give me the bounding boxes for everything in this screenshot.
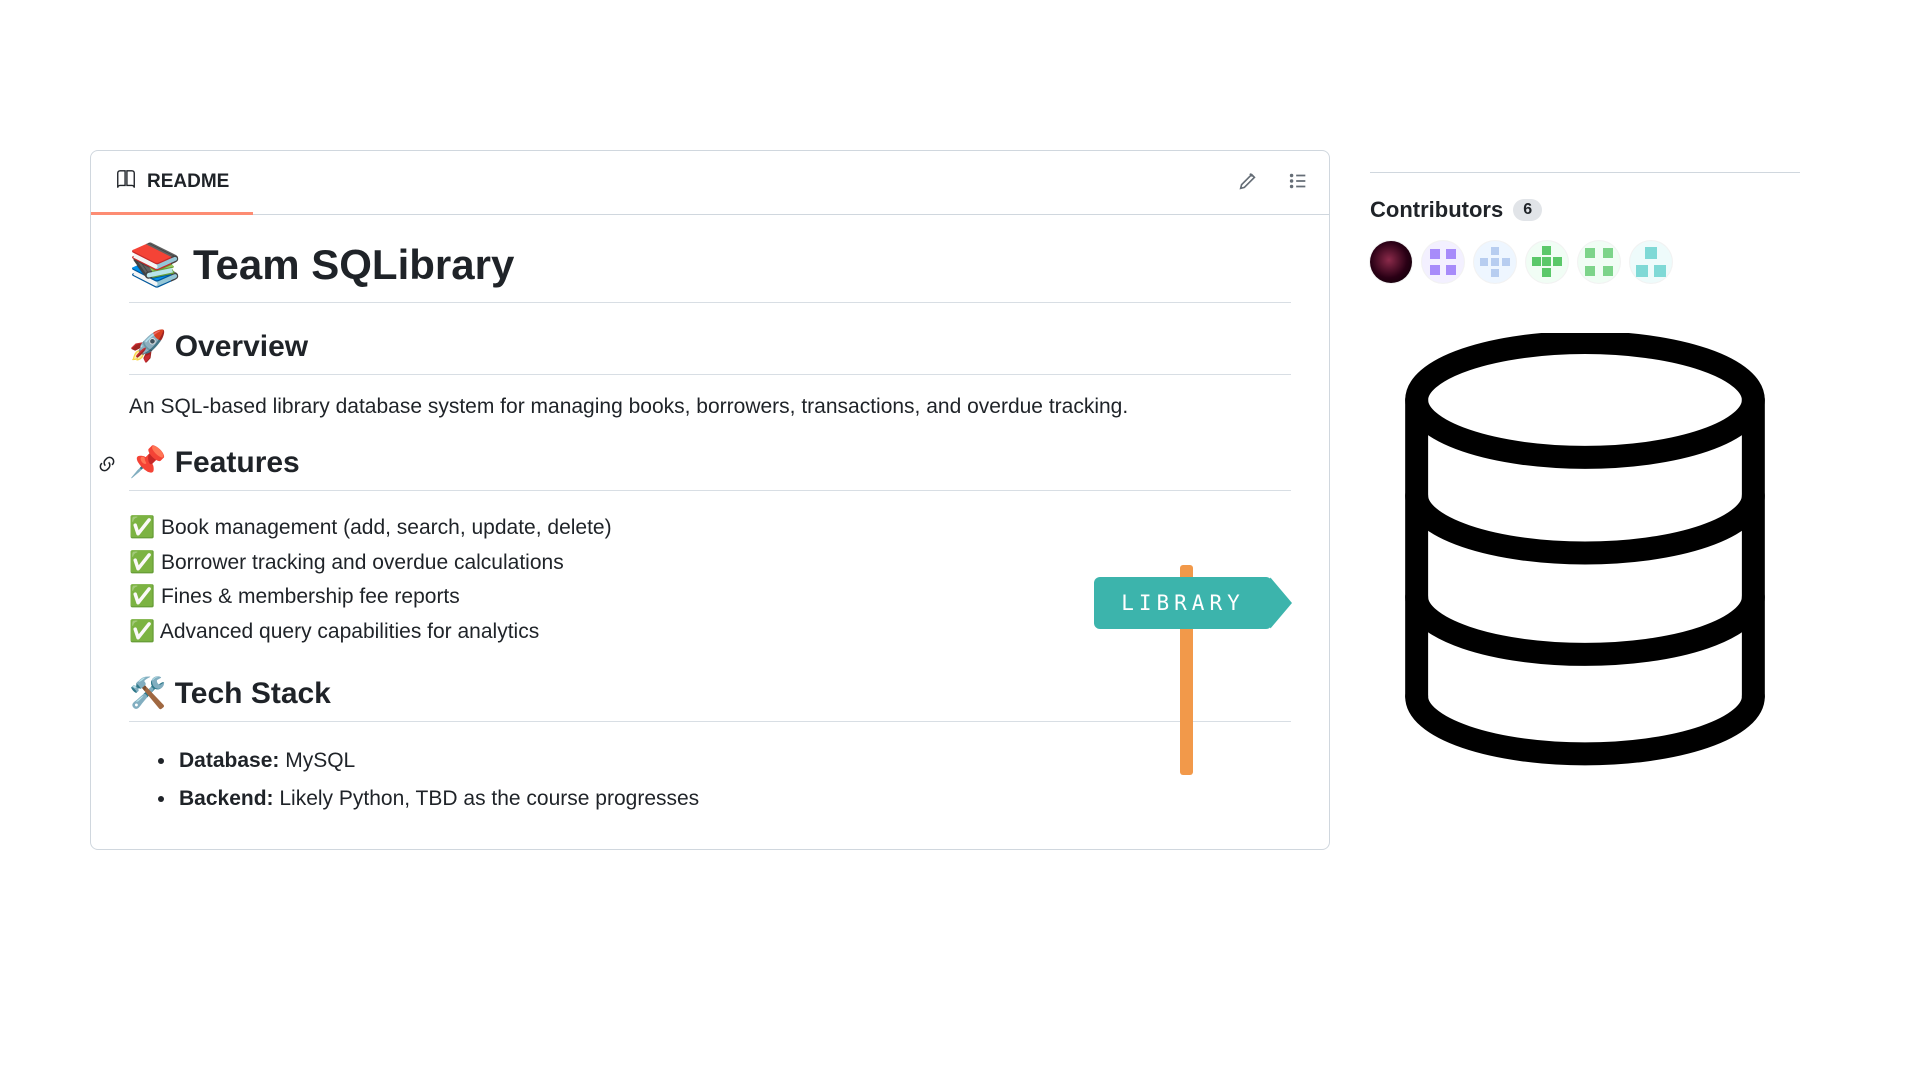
contributors-header[interactable]: Contributors 6 [1370, 197, 1800, 223]
database-icon [1390, 333, 1800, 778]
feature-item: ✅ Book management (add, search, update, … [129, 511, 1291, 546]
library-sign-illustration: LIBRARY [1094, 553, 1289, 773]
outline-button[interactable] [1287, 170, 1309, 195]
readme-tab-label: README [147, 171, 229, 193]
readme-header: README [91, 151, 1329, 215]
anchor-link-icon[interactable] [97, 454, 117, 474]
sidebar: Contributors 6 [1370, 150, 1800, 850]
contributors-label: Contributors [1370, 197, 1503, 223]
overview-heading: 🚀 Overview [129, 329, 1291, 375]
contributors-avatars [1370, 241, 1800, 283]
tech-item: Backend: Likely Python, TBD as the cours… [177, 780, 1291, 819]
list-icon [1287, 170, 1309, 195]
contributors-count-badge: 6 [1513, 199, 1542, 221]
readme-tab[interactable]: README [91, 152, 253, 215]
features-heading: 📌 Features [129, 445, 1291, 491]
overview-text: An SQL-based library database system for… [129, 395, 1291, 419]
book-icon [115, 168, 137, 196]
sign-board: LIBRARY [1094, 577, 1272, 629]
avatar[interactable] [1474, 241, 1516, 283]
page-title: 📚 Team SQLibrary [129, 241, 1291, 303]
avatar[interactable] [1422, 241, 1464, 283]
readme-body: 📚 Team SQLibrary 🚀 Overview An SQL-based… [91, 215, 1329, 849]
readme-panel: README 📚 Team SQLibrary 🚀 Overview An SQ… [90, 150, 1330, 850]
pencil-icon [1237, 170, 1259, 195]
avatar[interactable] [1578, 241, 1620, 283]
avatar[interactable] [1370, 241, 1412, 283]
avatar[interactable] [1630, 241, 1672, 283]
edit-button[interactable] [1237, 170, 1259, 195]
avatar[interactable] [1526, 241, 1568, 283]
